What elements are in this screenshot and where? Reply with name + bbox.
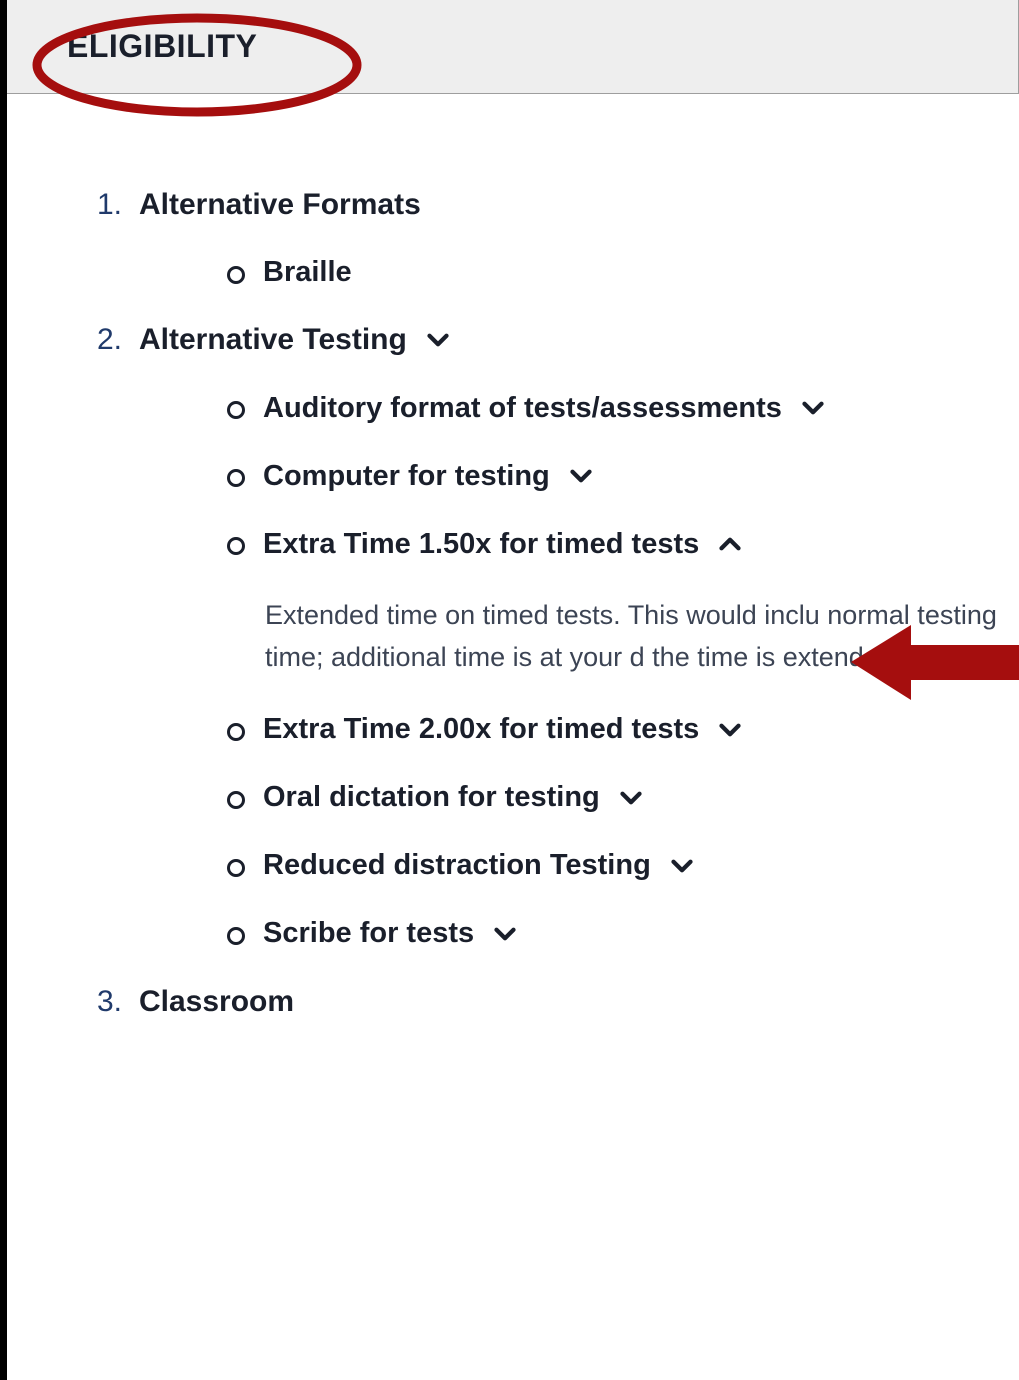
item-braille: Braille	[227, 256, 1019, 289]
ordinal: 3.	[97, 985, 133, 1019]
ordinal: 2.	[97, 323, 133, 357]
bullet-icon	[227, 791, 245, 809]
item-label: Extra Time 2.00x for timed tests	[263, 713, 699, 746]
chevron-down-icon[interactable]	[614, 781, 648, 815]
section-alternative-testing[interactable]: 2. Alternative Testing	[97, 323, 1019, 357]
bullet-icon	[227, 859, 245, 877]
section-alternative-formats: 1. Alternative Formats	[97, 188, 1019, 222]
ordinal: 1.	[97, 188, 133, 222]
section-2-items: Auditory format of tests/assessments Com…	[227, 391, 1019, 561]
item-scribe[interactable]: Scribe for tests	[227, 917, 1019, 951]
section-label: Classroom	[139, 985, 294, 1019]
section-label: Alternative Formats	[139, 188, 421, 222]
item-label: Scribe for tests	[263, 917, 474, 950]
item-oral-dictation[interactable]: Oral dictation for testing	[227, 781, 1019, 815]
bullet-icon	[227, 469, 245, 487]
chevron-down-icon[interactable]	[564, 459, 598, 493]
chevron-down-icon[interactable]	[796, 391, 830, 425]
item-label: Extra Time 1.50x for timed tests	[263, 528, 699, 561]
item-label: Braille	[263, 256, 352, 289]
item-computer-testing[interactable]: Computer for testing	[227, 459, 1019, 493]
section-1-items: Braille	[227, 256, 1019, 289]
item-label: Auditory format of tests/assessments	[263, 392, 782, 425]
item-extra-time-2x[interactable]: Extra Time 2.00x for timed tests	[227, 713, 1019, 747]
item-label: Oral dictation for testing	[263, 781, 600, 814]
bullet-icon	[227, 723, 245, 741]
page: ELIGIBILITY 1. Alternative Formats Brail…	[0, 0, 1019, 1380]
chevron-up-icon[interactable]	[713, 527, 747, 561]
section-classroom: 3. Classroom	[97, 985, 1019, 1019]
item-auditory-format[interactable]: Auditory format of tests/assessments	[227, 391, 1019, 425]
item-label: Reduced distraction Testing	[263, 849, 651, 882]
bullet-icon	[227, 927, 245, 945]
section-label: Alternative Testing	[139, 323, 407, 357]
chevron-down-icon[interactable]	[713, 713, 747, 747]
item-extra-time-1-5x[interactable]: Extra Time 1.50x for timed tests	[227, 527, 1019, 561]
bullet-icon	[227, 266, 245, 284]
chevron-down-icon[interactable]	[421, 323, 455, 357]
annotation-arrow-icon	[851, 620, 1019, 705]
bullet-icon	[227, 537, 245, 555]
chevron-down-icon[interactable]	[665, 849, 699, 883]
item-reduced-distraction[interactable]: Reduced distraction Testing	[227, 849, 1019, 883]
section-2-items-cont: Extra Time 2.00x for timed tests Oral di…	[227, 713, 1019, 951]
item-label: Computer for testing	[263, 460, 550, 493]
bullet-icon	[227, 401, 245, 419]
chevron-down-icon[interactable]	[488, 917, 522, 951]
annotation-ellipse	[27, 10, 367, 120]
content: 1. Alternative Formats Braille 2. Altern…	[7, 94, 1019, 1019]
